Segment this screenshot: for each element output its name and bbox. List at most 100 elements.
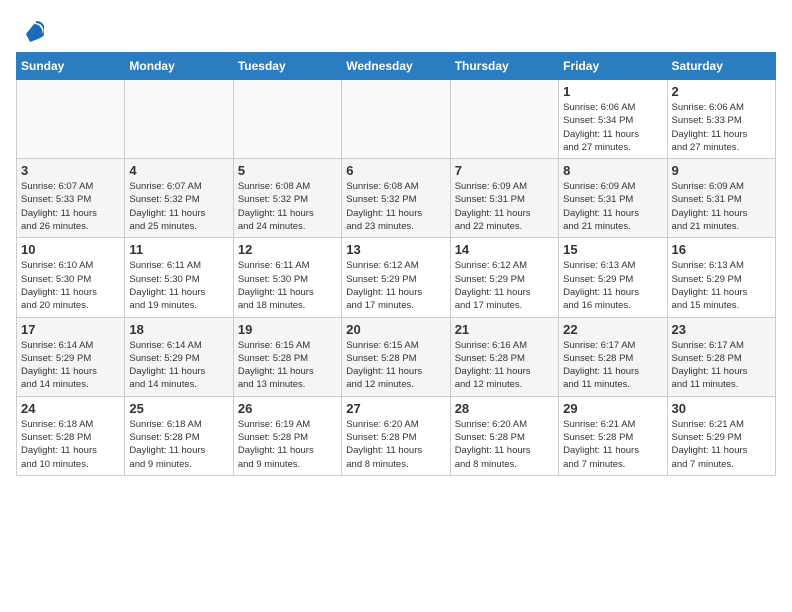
day-cell: 14 Sunrise: 6:12 AMSunset: 5:29 PMDayligh…: [450, 238, 558, 317]
day-cell: 23 Sunrise: 6:17 AMSunset: 5:28 PMDayligh…: [667, 317, 775, 396]
day-number: 15: [563, 242, 662, 257]
weekday-header-thursday: Thursday: [450, 53, 558, 80]
day-cell: 17 Sunrise: 6:14 AMSunset: 5:29 PMDayligh…: [17, 317, 125, 396]
header-row: SundayMondayTuesdayWednesdayThursdayFrid…: [17, 53, 776, 80]
day-number: 26: [238, 401, 337, 416]
day-info: Sunrise: 6:15 AMSunset: 5:28 PMDaylight:…: [346, 339, 445, 392]
day-info: Sunrise: 6:08 AMSunset: 5:32 PMDaylight:…: [346, 180, 445, 233]
day-cell: 15 Sunrise: 6:13 AMSunset: 5:29 PMDayligh…: [559, 238, 667, 317]
day-info: Sunrise: 6:06 AMSunset: 5:34 PMDaylight:…: [563, 101, 662, 154]
day-cell: 13 Sunrise: 6:12 AMSunset: 5:29 PMDayligh…: [342, 238, 450, 317]
day-number: 17: [21, 322, 120, 337]
day-info: Sunrise: 6:15 AMSunset: 5:28 PMDaylight:…: [238, 339, 337, 392]
day-info: Sunrise: 6:11 AMSunset: 5:30 PMDaylight:…: [238, 259, 337, 312]
day-cell: 6 Sunrise: 6:08 AMSunset: 5:32 PMDaylight…: [342, 159, 450, 238]
day-info: Sunrise: 6:12 AMSunset: 5:29 PMDaylight:…: [346, 259, 445, 312]
day-cell: 1 Sunrise: 6:06 AMSunset: 5:34 PMDaylight…: [559, 80, 667, 159]
day-number: 12: [238, 242, 337, 257]
calendar-body: 1 Sunrise: 6:06 AMSunset: 5:34 PMDaylight…: [17, 80, 776, 476]
day-info: Sunrise: 6:20 AMSunset: 5:28 PMDaylight:…: [346, 418, 445, 471]
day-number: 9: [672, 163, 771, 178]
logo: [16, 16, 46, 44]
logo-icon: [16, 16, 44, 44]
day-info: Sunrise: 6:09 AMSunset: 5:31 PMDaylight:…: [672, 180, 771, 233]
day-info: Sunrise: 6:20 AMSunset: 5:28 PMDaylight:…: [455, 418, 554, 471]
calendar-week-5: 24 Sunrise: 6:18 AMSunset: 5:28 PMDayligh…: [17, 396, 776, 475]
day-number: 11: [129, 242, 228, 257]
day-info: Sunrise: 6:09 AMSunset: 5:31 PMDaylight:…: [563, 180, 662, 233]
weekday-header-sunday: Sunday: [17, 53, 125, 80]
day-number: 23: [672, 322, 771, 337]
day-info: Sunrise: 6:14 AMSunset: 5:29 PMDaylight:…: [21, 339, 120, 392]
day-number: 29: [563, 401, 662, 416]
weekday-header-wednesday: Wednesday: [342, 53, 450, 80]
day-cell: 9 Sunrise: 6:09 AMSunset: 5:31 PMDaylight…: [667, 159, 775, 238]
day-number: 4: [129, 163, 228, 178]
day-cell: 20 Sunrise: 6:15 AMSunset: 5:28 PMDayligh…: [342, 317, 450, 396]
day-info: Sunrise: 6:14 AMSunset: 5:29 PMDaylight:…: [129, 339, 228, 392]
calendar-week-2: 3 Sunrise: 6:07 AMSunset: 5:33 PMDaylight…: [17, 159, 776, 238]
day-cell: 8 Sunrise: 6:09 AMSunset: 5:31 PMDaylight…: [559, 159, 667, 238]
day-info: Sunrise: 6:06 AMSunset: 5:33 PMDaylight:…: [672, 101, 771, 154]
day-number: 7: [455, 163, 554, 178]
day-info: Sunrise: 6:17 AMSunset: 5:28 PMDaylight:…: [672, 339, 771, 392]
day-info: Sunrise: 6:13 AMSunset: 5:29 PMDaylight:…: [672, 259, 771, 312]
day-number: 30: [672, 401, 771, 416]
day-number: 13: [346, 242, 445, 257]
day-cell: 2 Sunrise: 6:06 AMSunset: 5:33 PMDaylight…: [667, 80, 775, 159]
day-number: 1: [563, 84, 662, 99]
day-number: 8: [563, 163, 662, 178]
day-cell: 25Sunrise: 6:18 AMSunset: 5:28 PMDayligh…: [125, 396, 233, 475]
day-cell: 30 Sunrise: 6:21 AMSunset: 5:29 PMDayligh…: [667, 396, 775, 475]
calendar-week-4: 17 Sunrise: 6:14 AMSunset: 5:29 PMDayligh…: [17, 317, 776, 396]
day-number: 10: [21, 242, 120, 257]
day-info: Sunrise: 6:10 AMSunset: 5:30 PMDaylight:…: [21, 259, 120, 312]
day-cell: 11 Sunrise: 6:11 AMSunset: 5:30 PMDayligh…: [125, 238, 233, 317]
day-number: 14: [455, 242, 554, 257]
day-cell: 18 Sunrise: 6:14 AMSunset: 5:29 PMDayligh…: [125, 317, 233, 396]
day-info: Sunrise: 6:09 AMSunset: 5:31 PMDaylight:…: [455, 180, 554, 233]
day-number: 6: [346, 163, 445, 178]
calendar-week-1: 1 Sunrise: 6:06 AMSunset: 5:34 PMDaylight…: [17, 80, 776, 159]
day-cell: 12 Sunrise: 6:11 AMSunset: 5:30 PMDayligh…: [233, 238, 341, 317]
day-info: Sunrise: 6:13 AMSunset: 5:29 PMDaylight:…: [563, 259, 662, 312]
day-cell: [233, 80, 341, 159]
day-info: Sunrise: 6:19 AMSunset: 5:28 PMDaylight:…: [238, 418, 337, 471]
day-info: Sunrise: 6:11 AMSunset: 5:30 PMDaylight:…: [129, 259, 228, 312]
day-cell: [342, 80, 450, 159]
calendar-week-3: 10 Sunrise: 6:10 AMSunset: 5:30 PMDayligh…: [17, 238, 776, 317]
weekday-header-tuesday: Tuesday: [233, 53, 341, 80]
page-header: [16, 16, 776, 44]
day-number: 25: [129, 401, 228, 416]
day-number: 24: [21, 401, 120, 416]
day-number: 20: [346, 322, 445, 337]
day-info: Sunrise: 6:21 AMSunset: 5:28 PMDaylight:…: [563, 418, 662, 471]
day-cell: 28 Sunrise: 6:20 AMSunset: 5:28 PMDayligh…: [450, 396, 558, 475]
day-cell: [125, 80, 233, 159]
day-cell: 27Sunrise: 6:20 AMSunset: 5:28 PMDayligh…: [342, 396, 450, 475]
day-info: Sunrise: 6:12 AMSunset: 5:29 PMDaylight:…: [455, 259, 554, 312]
day-cell: 26 Sunrise: 6:19 AMSunset: 5:28 PMDayligh…: [233, 396, 341, 475]
day-cell: 7 Sunrise: 6:09 AMSunset: 5:31 PMDaylight…: [450, 159, 558, 238]
day-info: Sunrise: 6:07 AMSunset: 5:33 PMDaylight:…: [21, 180, 120, 233]
day-cell: 24 Sunrise: 6:18 AMSunset: 5:28 PMDayligh…: [17, 396, 125, 475]
day-info: Sunrise: 6:18 AMSunset: 5:28 PMDaylight:…: [21, 418, 120, 471]
day-cell: 16Sunrise: 6:13 AMSunset: 5:29 PMDayligh…: [667, 238, 775, 317]
day-cell: [17, 80, 125, 159]
day-number: 3: [21, 163, 120, 178]
day-info: Sunrise: 6:08 AMSunset: 5:32 PMDaylight:…: [238, 180, 337, 233]
day-info: Sunrise: 6:16 AMSunset: 5:28 PMDaylight:…: [455, 339, 554, 392]
day-number: 2: [672, 84, 771, 99]
day-info: Sunrise: 6:21 AMSunset: 5:29 PMDaylight:…: [672, 418, 771, 471]
day-cell: 5Sunrise: 6:08 AMSunset: 5:32 PMDaylight…: [233, 159, 341, 238]
day-number: 28: [455, 401, 554, 416]
day-info: Sunrise: 6:07 AMSunset: 5:32 PMDaylight:…: [129, 180, 228, 233]
day-number: 18: [129, 322, 228, 337]
day-cell: 19Sunrise: 6:15 AMSunset: 5:28 PMDayligh…: [233, 317, 341, 396]
day-cell: 10 Sunrise: 6:10 AMSunset: 5:30 PMDayligh…: [17, 238, 125, 317]
day-cell: 3 Sunrise: 6:07 AMSunset: 5:33 PMDaylight…: [17, 159, 125, 238]
day-cell: 22Sunrise: 6:17 AMSunset: 5:28 PMDayligh…: [559, 317, 667, 396]
day-cell: 21Sunrise: 6:16 AMSunset: 5:28 PMDayligh…: [450, 317, 558, 396]
day-info: Sunrise: 6:17 AMSunset: 5:28 PMDaylight:…: [563, 339, 662, 392]
weekday-header-friday: Friday: [559, 53, 667, 80]
